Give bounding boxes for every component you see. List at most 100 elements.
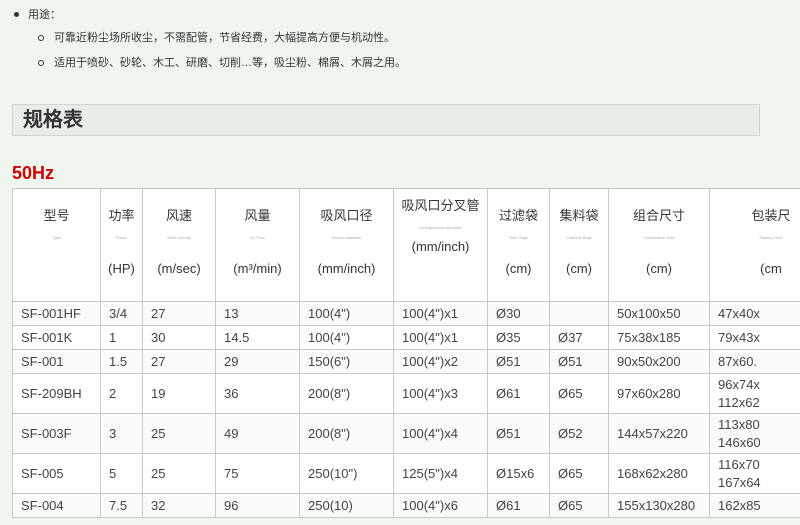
column-header-unit: (mm/inch) [411, 239, 470, 254]
table-cell: SF-005 [12, 453, 101, 494]
table-cell: 1.5 [100, 349, 143, 374]
table-header-row: 型号 Type 功率 Power (HP) 风速 Wind velocity (m/sec) 风… [12, 188, 800, 302]
column-header-english: Combination Size [643, 235, 675, 240]
table-cell: 200(8") [299, 373, 394, 414]
column-header-unit: (HP) [108, 261, 135, 276]
table-cell: 97x60x280 [608, 373, 710, 414]
column-header-label: 吸风口径 [320, 208, 373, 223]
table-cell: 96 [215, 493, 300, 518]
table-cell: SF-003F [12, 413, 101, 454]
table-cell: 250(10) [299, 493, 394, 518]
table-cell: Ø51 [549, 349, 609, 374]
table-cell: SF-004 [12, 493, 101, 518]
table-cell: Ø51 [487, 413, 550, 454]
column-header: 集料袋 Collector Bags (cm) [549, 188, 609, 302]
table-row: SF-001 1.5 27 29 150(6") 100(4")x2 Ø51 Ø51 90x50… [12, 349, 800, 374]
column-header-unit: (mm/inch) [317, 261, 376, 276]
usage-item-text: 适用于喷砂、砂轮、木工、研磨、切削…等，吸尘粉、棉屑、木屑之用。 [54, 57, 406, 69]
column-header: 风速 Wind velocity (m/sec) [142, 188, 216, 302]
spec-table-header: 规格表 [12, 104, 760, 136]
table-cell: 3 [100, 413, 143, 454]
column-header-unit: (cm) [566, 261, 592, 276]
table-cell: Ø51 [487, 349, 550, 374]
column-header-label: 型号 [43, 208, 70, 223]
usage-item: 适用于喷砂、砂轮、木工、研磨、切削…等，吸尘粉、棉屑、木屑之用。 [14, 52, 774, 74]
table-cell: 36 [215, 373, 300, 414]
table-cell: 50x100x50 [608, 301, 710, 326]
table-cell: 13 [215, 301, 300, 326]
table-cell: 96x74x 112x62 [709, 373, 800, 414]
table-cell: 5 [100, 453, 143, 494]
table-cell: Ø30 [487, 301, 550, 326]
table-cell: 100(4") [299, 301, 394, 326]
column-header: 吸风口分叉管 Divergemence diameter (mm/inch) [393, 188, 488, 302]
column-header-english: Packing Size [759, 235, 783, 240]
table-cell: 19 [142, 373, 216, 414]
table-cell: 144x57x220 [608, 413, 710, 454]
table-cell: 14.5 [215, 325, 300, 350]
table-cell: 100(4")x1 [393, 301, 488, 326]
table-cell: Ø61 [487, 373, 550, 414]
column-header: 包装尺 Packing Size (cm [709, 188, 800, 302]
column-header-unit: (m³/min) [233, 261, 282, 276]
column-header-label: 集料袋 [559, 208, 599, 223]
table-cell [549, 301, 609, 326]
table-row: SF-004 7.5 32 96 250(10) 100(4")x6 Ø61 Ø65 155x1… [12, 493, 800, 518]
table-cell: 168x62x280 [608, 453, 710, 494]
usage-title-text: 用途： [28, 9, 61, 21]
table-cell: 3/4 [100, 301, 143, 326]
table-cell: 7.5 [100, 493, 143, 518]
table-cell: 49 [215, 413, 300, 454]
table-cell: Ø65 [549, 373, 609, 414]
column-header: 功率 Power (HP) [100, 188, 143, 302]
table-cell: 32 [142, 493, 216, 518]
column-header-english: Filter Bags [508, 235, 529, 240]
column-header-english: Divergemence diameter [419, 225, 462, 230]
column-header-english: Suction diameter [331, 235, 362, 240]
table-cell: 250(10") [299, 453, 394, 494]
column-header-english: Power [115, 235, 128, 240]
usage-item-text: 可靠近粉尘场所收尘，不需配管，节省经费，大幅提高方便与机动性。 [54, 32, 395, 44]
column-header-english: Air Flow [250, 235, 265, 240]
bullet-circle-icon [38, 35, 44, 41]
column-header-label: 吸风口分叉管 [401, 198, 480, 213]
column-header-english: Type [52, 235, 61, 240]
table-row: SF-001K 1 30 14.5 100(4") 100(4")x1 Ø35 Ø37 75x3… [12, 325, 800, 350]
frequency-label: 50Hz [12, 163, 55, 183]
table-cell: 100(4")x3 [393, 373, 488, 414]
table-cell: 1 [100, 325, 143, 350]
spec-table-container[interactable]: 型号 Type 功率 Power (HP) 风速 Wind velocity (m/sec) 风… [12, 188, 800, 525]
table-cell: 29 [215, 349, 300, 374]
column-header: 风量 Air Flow (m³/min) [215, 188, 300, 302]
table-cell: 27 [142, 349, 216, 374]
table-cell: 2 [100, 373, 143, 414]
table-cell: SF-001HF [12, 301, 101, 326]
table-cell: 113x80 146x60 [709, 413, 800, 454]
table-row: SF-001HF 3/4 27 13 100(4") 100(4")x1 Ø30 50x100… [12, 301, 800, 326]
table-cell: 87x60. [709, 349, 800, 374]
table-cell: 116x70 167x64 [709, 453, 800, 494]
spec-table: 型号 Type 功率 Power (HP) 风速 Wind velocity (m/sec) 风… [12, 188, 800, 518]
table-cell: SF-209BH [12, 373, 101, 414]
table-cell: 100(4")x6 [393, 493, 488, 518]
bullet-circle-icon [38, 60, 44, 66]
table-cell: 25 [142, 453, 216, 494]
table-cell: Ø37 [549, 325, 609, 350]
column-header-unit: (m/sec) [157, 261, 201, 276]
column-header-label: 功率 [108, 208, 135, 223]
column-header-unit: (cm) [646, 261, 672, 276]
column-header-label: 风速 [165, 208, 192, 223]
usage-title: 用途： [14, 6, 774, 24]
column-header-english: Collector Bags [565, 235, 592, 240]
table-row: SF-005 5 25 75 250(10") 125(5")x4 Ø15x6 Ø65 168x… [12, 453, 800, 494]
column-header-unit: (cm) [505, 261, 532, 276]
table-cell: 79x43x [709, 325, 800, 350]
column-header-label: 风量 [244, 208, 271, 223]
table-cell: 75x38x185 [608, 325, 710, 350]
column-header-unit: (cm [760, 261, 782, 276]
table-row: SF-003F 3 25 49 200(8") 100(4")x4 Ø51 Ø52 144x57… [12, 413, 800, 454]
table-cell: 30 [142, 325, 216, 350]
table-cell: Ø15x6 [487, 453, 550, 494]
column-header: 过滤袋 Filter Bags (cm) [487, 188, 550, 302]
table-cell: 100(4")x1 [393, 325, 488, 350]
